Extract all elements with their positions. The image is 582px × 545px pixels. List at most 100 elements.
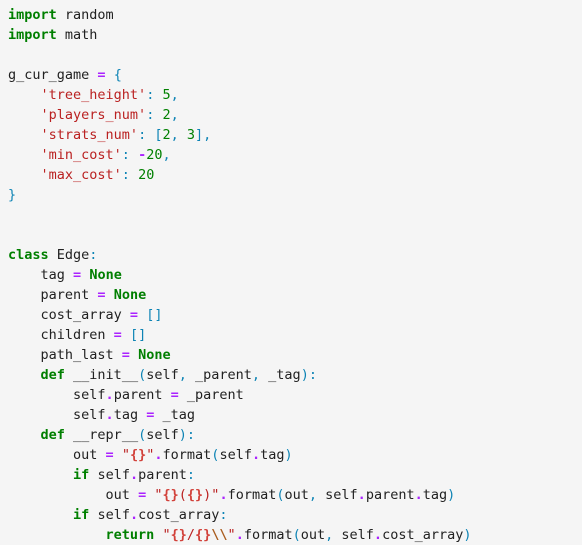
code-token-op: . [154,447,163,463]
code-token-num: 20 [146,147,163,163]
code-token-op: = [97,67,106,83]
code-token-op: . [129,507,139,523]
code-token-op: . [373,527,383,543]
code-token-op: = [105,447,114,463]
code-token-op: . [219,487,228,503]
code-token-op: - [138,147,147,163]
code-token-name: self [73,387,106,403]
code-token-kw: import [8,7,57,23]
code-token-strfmt: {} [195,527,212,543]
code-token-num: 2 [162,127,171,143]
code-line: self.parent = _parent [8,385,582,405]
code-token-punct: ( [276,487,285,503]
code-viewer[interactable]: import random import math g_cur_game = { … [0,0,582,545]
code-token-op: . [129,467,139,483]
code-token-str: 'players_num' [40,107,147,123]
code-token-name: out [73,447,106,463]
code-token-name: parent [365,487,415,503]
code-token-str: 'strats_num' [40,127,139,143]
code-token-punct: : [89,247,98,263]
code-line: children = [] [8,325,582,345]
code-token-punct: ( [138,427,147,443]
code-line: tag = None [8,265,582,285]
code-line: cost_array = [] [8,305,582,325]
code-token-name: format [243,527,293,543]
code-token-name: math [64,27,98,43]
code-token-punct: : [219,507,228,523]
code-token-op: . [105,387,114,403]
code-token-name: _tag [260,367,301,383]
code-token-name: out [300,527,326,543]
code-token-name: _parent [178,387,244,403]
code-token-name: out [284,487,309,503]
code-token-punct: } [8,187,17,203]
code-token-strfmt: {} [170,527,187,543]
code-token-str: 'min_cost' [40,147,122,163]
code-token-kw: def [40,427,65,443]
code-token-punct: ) [284,447,293,463]
code-token-name: random [64,7,114,23]
code-token-name: parent [113,387,171,403]
code-token-punct: , [162,147,171,163]
code-line: if self.cost_array: [8,505,582,525]
code-token-name: self [317,487,358,503]
code-token-punct: , [170,107,179,123]
code-token-name: g_cur_game [8,67,98,83]
code-token-punct: ) [447,487,456,503]
code-line: 'tree_height': 5, [8,85,582,105]
code-token-punct: : [138,127,147,143]
code-token-op: = [73,267,82,283]
code-token-name: format [162,447,212,463]
code-line: self.tag = _tag [8,405,582,425]
code-token-str: " [162,527,171,543]
code-token-str: " [121,447,130,463]
code-token-kwconst: None [89,267,122,283]
code-token-op: = [113,327,122,343]
code-token-kw: return [105,527,155,543]
code-token-name: self [333,527,374,543]
code-token-punct: : [121,147,130,163]
code-line: def __repr__(self): [8,425,582,445]
code-token-punct: ): [300,367,317,383]
code-token-escape: \\ [211,527,228,543]
code-token-punct: { [113,67,122,83]
code-token-punct: , [178,367,187,383]
code-token-kw: if [73,507,90,523]
code-token-name: self [146,427,179,443]
code-token-name: format [227,487,277,503]
code-token-strfmt: {} [162,487,179,503]
code-token-name: self [219,447,252,463]
code-token-name: self [97,507,130,523]
code-token-name: out [105,487,139,503]
code-token-strfmt: {} [186,487,204,503]
code-token-num: 2 [162,107,171,123]
code-line: import math [8,25,582,45]
code-token-fn: __repr__ [73,427,139,443]
code-token-name: children [40,327,114,343]
code-token-punct: , [170,127,179,143]
code-token-name: cost_array [382,527,464,543]
code-token-name: _parent [186,367,252,383]
code-line: 'max_cost': 20 [8,165,582,185]
code-token-punct: ): [178,427,195,443]
code-token-name: self [73,407,106,423]
